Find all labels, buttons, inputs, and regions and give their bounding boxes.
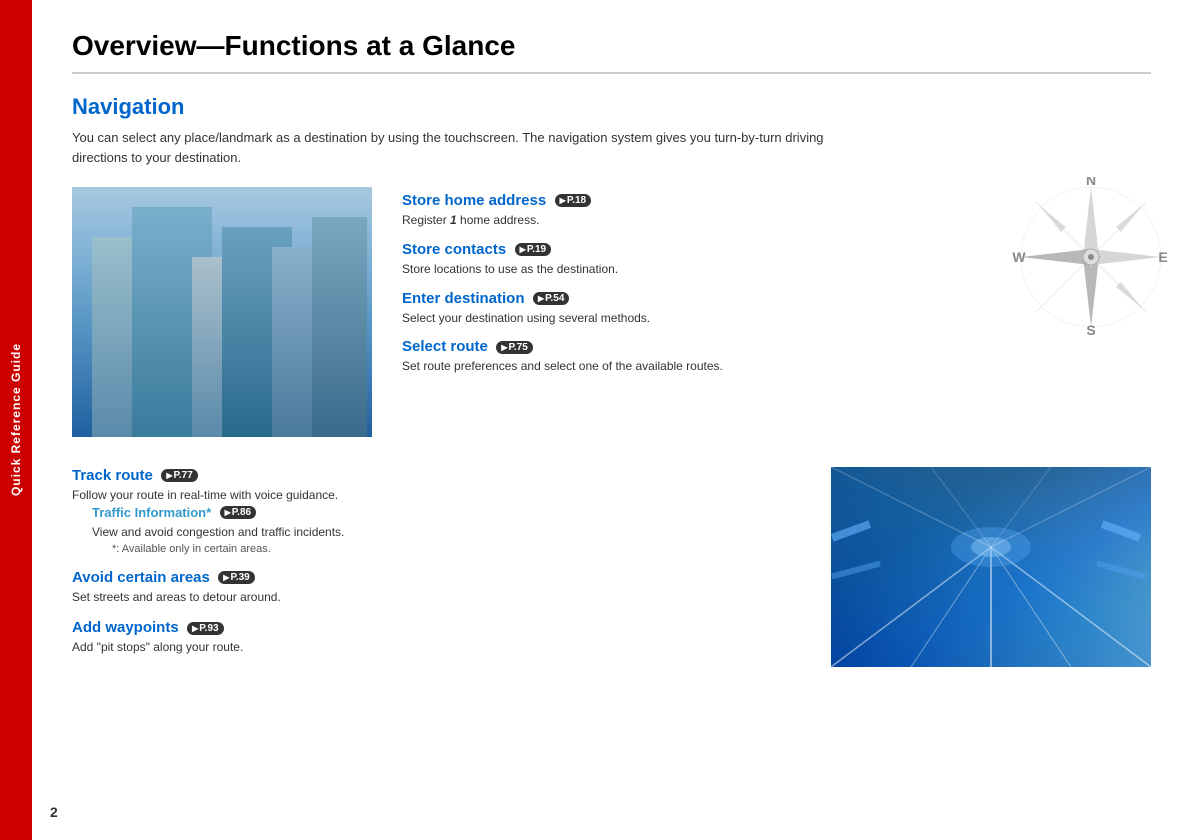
page-title: Overview—Functions at a Glance bbox=[72, 30, 1151, 74]
feature-store-contacts-ref: P.19 bbox=[515, 243, 551, 256]
feature-avoid-areas-title: Avoid certain areas bbox=[72, 569, 210, 586]
feature-select-route-desc: Set route preferences and select one of … bbox=[402, 358, 1151, 375]
navigation-section-header: Navigation bbox=[72, 94, 1151, 120]
feature-store-home-ref: P.18 bbox=[555, 194, 591, 207]
top-content-row: Store home address P.18 Register 1 home … bbox=[72, 187, 1151, 437]
bottom-features-list: Track route P.77 Follow your route in re… bbox=[72, 467, 801, 670]
feature-track-route-desc: Follow your route in real-time with voic… bbox=[72, 487, 801, 504]
sub-feature-traffic-ref: P.86 bbox=[220, 506, 256, 519]
feature-track-route: Track route P.77 Follow your route in re… bbox=[72, 467, 801, 555]
sidebar: Quick Reference Guide bbox=[0, 0, 32, 840]
svg-text:W: W bbox=[1012, 249, 1026, 265]
italic-number: 1 bbox=[450, 213, 457, 227]
feature-track-route-ref: P.77 bbox=[161, 469, 197, 482]
feature-avoid-areas-ref: P.39 bbox=[218, 571, 254, 584]
sub-feature-traffic-title: Traffic Information* bbox=[92, 505, 211, 520]
feature-enter-destination-title: Enter destination bbox=[402, 290, 525, 307]
road-image bbox=[831, 467, 1151, 667]
sub-feature-traffic: Traffic Information* P.86 View and avoid… bbox=[92, 504, 801, 555]
buildings-image-inner bbox=[72, 187, 372, 437]
feature-track-route-title: Track route bbox=[72, 467, 153, 484]
svg-text:S: S bbox=[1086, 322, 1095, 337]
feature-enter-destination-ref: P.54 bbox=[533, 292, 569, 305]
feature-avoid-areas-desc: Set streets and areas to detour around. bbox=[72, 589, 801, 606]
page-number: 2 bbox=[50, 804, 58, 820]
feature-select-route-ref: P.75 bbox=[496, 341, 532, 354]
feature-store-home-title: Store home address bbox=[402, 192, 546, 209]
feature-add-waypoints-desc: Add "pit stops" along your route. bbox=[72, 639, 801, 656]
sidebar-label: Quick Reference Guide bbox=[9, 343, 23, 496]
traffic-asterisk-note: *: Available only in certain areas. bbox=[112, 543, 801, 555]
navigation-description: You can select any place/landmark as a d… bbox=[72, 128, 872, 167]
sub-feature-traffic-desc: View and avoid congestion and traffic in… bbox=[92, 524, 801, 541]
road-image-inner bbox=[831, 467, 1151, 667]
buildings-image bbox=[72, 187, 372, 437]
building-6 bbox=[312, 217, 367, 437]
svg-text:E: E bbox=[1158, 249, 1167, 265]
road-svg bbox=[831, 467, 1151, 667]
feature-add-waypoints-title: Add waypoints bbox=[72, 619, 179, 636]
feature-store-contacts-title: Store contacts bbox=[402, 241, 506, 258]
feature-add-waypoints-ref: P.93 bbox=[187, 622, 223, 635]
svg-text:N: N bbox=[1086, 177, 1096, 188]
feature-avoid-areas: Avoid certain areas P.39 Set streets and… bbox=[72, 569, 801, 606]
compass-container: N E S W bbox=[1011, 177, 1171, 337]
main-content: Overview—Functions at a Glance Navigatio… bbox=[32, 0, 1191, 840]
compass-rose: N E S W bbox=[1011, 177, 1171, 337]
feature-select-route-title: Select route bbox=[402, 338, 488, 355]
bottom-content-row: Track route P.77 Follow your route in re… bbox=[72, 467, 1151, 670]
feature-select-route: Select route P.75 Set route preferences … bbox=[402, 338, 1151, 375]
feature-add-waypoints: Add waypoints P.93 Add "pit stops" along… bbox=[72, 619, 801, 656]
